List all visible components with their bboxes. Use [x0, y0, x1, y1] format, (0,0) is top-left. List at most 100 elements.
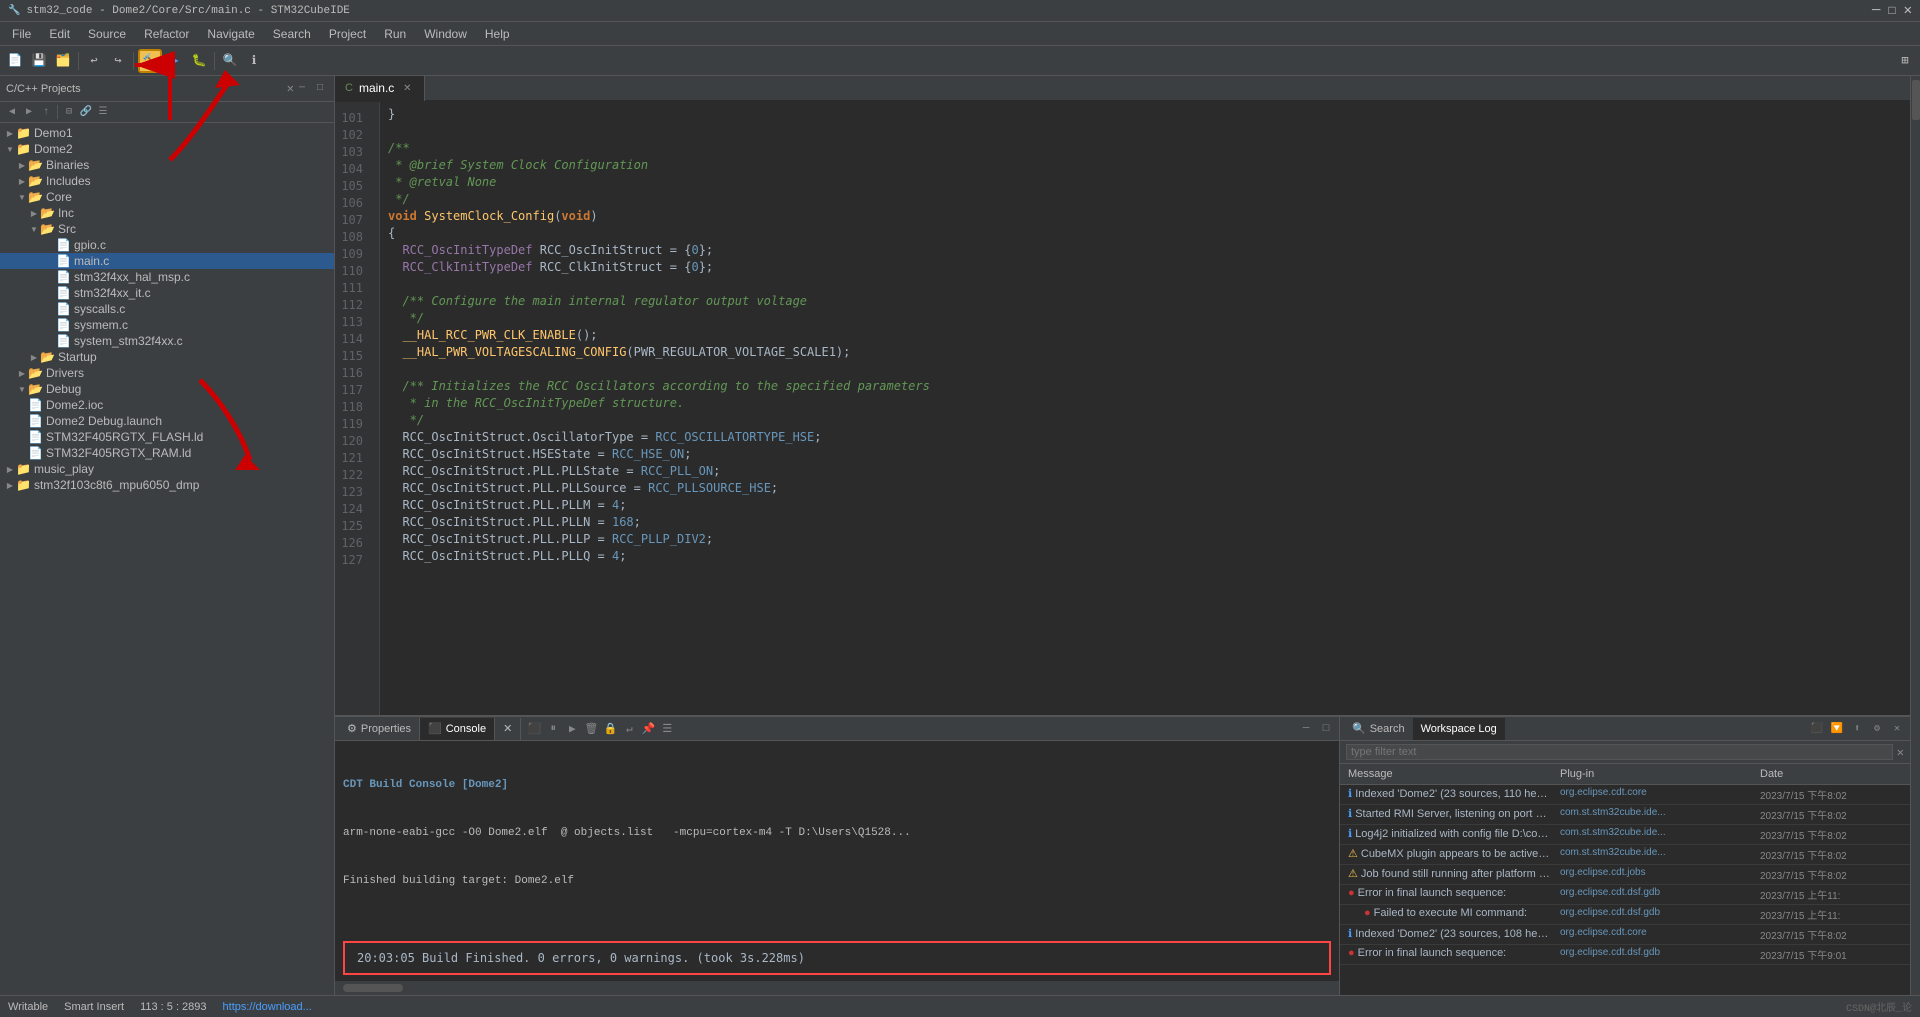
tree-up[interactable]: ↑ [38, 104, 54, 120]
menu-source[interactable]: Source [80, 25, 134, 43]
tree-item-gpio[interactable]: 📄 gpio.c [0, 237, 334, 253]
col-plugin[interactable]: Plug-in [1556, 766, 1756, 782]
tree-item-ram-ld[interactable]: 📄 STM32F405RGTX_RAM.ld [0, 445, 334, 461]
right-scrollbar-thumb[interactable] [1912, 80, 1920, 120]
toolbar-debug[interactable]: 🐛 [188, 50, 210, 72]
toolbar-save[interactable]: 💾 [28, 50, 50, 72]
menu-navigate[interactable]: Navigate [199, 25, 262, 43]
workspace-row[interactable]: ●Error in final launch sequence: org.ecl… [1340, 945, 1910, 965]
menu-edit[interactable]: Edit [41, 25, 78, 43]
tree-item-includes[interactable]: ▶ 📂 Includes [0, 173, 334, 189]
tree-item-core[interactable]: ▼ 📂 Core [0, 189, 334, 205]
tree-item-hal-msp[interactable]: 📄 stm32f4xx_hal_msp.c [0, 269, 334, 285]
tree-item-binaries[interactable]: ▶ 📂 Binaries [0, 157, 334, 173]
search-tab-workspace[interactable]: Workspace Log [1413, 718, 1505, 740]
tree-item-demo1[interactable]: ▶ 📁 Demo1 [0, 125, 334, 141]
tree-collapse[interactable]: ⊟ [61, 104, 77, 120]
console-minimize[interactable]: ─ [1297, 720, 1315, 738]
toolbar-build-highlighted[interactable]: 🔨 [138, 49, 162, 73]
minimize-btn[interactable]: ─ [1872, 3, 1880, 19]
tree-item-drivers[interactable]: ▶ 📂 Drivers [0, 365, 334, 381]
tree-item-src[interactable]: ▼ 📂 Src [0, 221, 334, 237]
toolbar-perspectives[interactable]: ⊞ [1894, 50, 1916, 72]
console-clear[interactable]: 🗑 [582, 720, 600, 738]
tree-item-it[interactable]: 📄 stm32f4xx_it.c [0, 285, 334, 301]
workspace-export[interactable]: ⬆ [1848, 720, 1866, 738]
tree-item-main[interactable]: 📄 main.c [0, 253, 334, 269]
toolbar-undo[interactable]: ↩ [83, 50, 105, 72]
editor-tab-main[interactable]: C main.c ✕ [335, 76, 425, 101]
panel-minimize[interactable]: ─ [294, 81, 310, 97]
workspace-row[interactable]: ℹIndexed 'Dome2' (23 sources, 110 header… [1340, 785, 1910, 805]
tree-item-launch[interactable]: 📄 Dome2 Debug.launch [0, 413, 334, 429]
tree-item-flash-ld[interactable]: 📄 STM32F405RGTX_FLASH.ld [0, 429, 334, 445]
code-content[interactable]: } /** * @brief System Clock Configuratio… [380, 102, 1910, 715]
console-tab-close[interactable]: ✕ [495, 718, 521, 740]
tree-item-sysmem[interactable]: 📄 sysmem.c [0, 317, 334, 333]
console-content-area[interactable]: CDT Build Console [Dome2] arm-none-eabi-… [335, 741, 1339, 935]
close-btn[interactable]: ✕ [1904, 2, 1912, 19]
workspace-row[interactable]: ●Failed to execute MI command: org.eclip… [1340, 905, 1910, 925]
maximize-btn[interactable]: □ [1888, 4, 1895, 18]
console-tab-properties[interactable]: ⚙ Properties [339, 718, 420, 740]
console-scroll-lock[interactable]: 🔒 [601, 720, 619, 738]
col-message[interactable]: Message [1344, 766, 1556, 782]
workspace-filter-btn[interactable]: 🔽 [1828, 720, 1846, 738]
tree-item-stm32f103[interactable]: ▶ 📁 stm32f103c8t6_mpu6050_dmp [0, 477, 334, 493]
console-tab-console[interactable]: ⬛ Console [420, 718, 495, 740]
tree-item-system[interactable]: 📄 system_stm32f4xx.c [0, 333, 334, 349]
tree-item-dome2[interactable]: ▼ 📁 Dome2 [0, 141, 334, 157]
menu-run[interactable]: Run [376, 25, 414, 43]
console-scrollbar[interactable] [343, 984, 403, 992]
console-terminate[interactable]: ⬛ [525, 720, 543, 738]
toolbar-new[interactable]: 📄 [4, 50, 26, 72]
tree-forward[interactable]: ▶ [21, 104, 37, 120]
workspace-clear[interactable]: ⬛ [1808, 720, 1826, 738]
menu-window[interactable]: Window [416, 25, 475, 43]
menu-refactor[interactable]: Refactor [136, 25, 197, 43]
console-menu[interactable]: ☰ [658, 720, 676, 738]
tree-item-music[interactable]: ▶ 📁 music_play [0, 461, 334, 477]
tree-item-syscalls[interactable]: 📄 syscalls.c [0, 301, 334, 317]
console-pause[interactable]: ⏸ [544, 720, 562, 738]
toolbar-info[interactable]: ℹ [243, 50, 265, 72]
tab-close-main[interactable]: ✕ [400, 81, 414, 95]
toolbar-redo[interactable]: ↪ [107, 50, 129, 72]
filter-close-btn[interactable]: ✕ [1897, 745, 1904, 760]
toolbar-search-global[interactable]: 🔍 [219, 50, 241, 72]
menu-search[interactable]: Search [265, 25, 319, 43]
workspace-row[interactable]: ⚠Job found still running after platform … [1340, 865, 1910, 885]
tree-link[interactable]: 🔗 [78, 104, 94, 120]
workspace-settings[interactable]: ⚙ [1868, 720, 1886, 738]
workspace-row[interactable]: ℹIndexed 'Dome2' (23 sources, 108 header… [1340, 925, 1910, 945]
menu-project[interactable]: Project [321, 25, 374, 43]
console-maximize[interactable]: □ [1317, 720, 1335, 738]
panel-close[interactable]: ✕ [287, 81, 294, 96]
console-run[interactable]: ▶ [563, 720, 581, 738]
workspace-table[interactable]: Message Plug-in Date ℹIndexed 'Dome2' (2… [1340, 764, 1910, 995]
tree-item-debug[interactable]: ▼ 📂 Debug [0, 381, 334, 397]
warning-icon: ⚠ [1348, 848, 1358, 860]
menu-file[interactable]: File [4, 25, 39, 43]
col-date[interactable]: Date [1756, 766, 1906, 782]
tree-item-startup[interactable]: ▶ 📂 Startup [0, 349, 334, 365]
right-scrollbar[interactable] [1910, 76, 1920, 995]
console-pin[interactable]: 📌 [639, 720, 657, 738]
tree-menu[interactable]: ☰ [95, 104, 111, 120]
search-tab-search[interactable]: 🔍 Search [1344, 718, 1413, 740]
workspace-filter-input[interactable] [1346, 744, 1893, 760]
toolbar-run[interactable]: ▶ [164, 50, 186, 72]
tree-back[interactable]: ◀ [4, 104, 20, 120]
console-word-wrap[interactable]: ↵ [620, 720, 638, 738]
tree-item-inc[interactable]: ▶ 📂 Inc [0, 205, 334, 221]
menu-help[interactable]: Help [477, 25, 518, 43]
date-cell: 2023/7/15 下午9:01 [1756, 946, 1906, 963]
tree-item-ioc[interactable]: 📄 Dome2.ioc [0, 397, 334, 413]
workspace-row[interactable]: ℹStarted RMI Server, listening on port 4… [1340, 805, 1910, 825]
workspace-row[interactable]: ⚠CubeMX plugin appears to be active, Log… [1340, 845, 1910, 865]
workspace-row[interactable]: ℹLog4j2 initialized with config file D:\… [1340, 825, 1910, 845]
toolbar-save-all[interactable]: 🗂️ [52, 50, 74, 72]
workspace-row[interactable]: ●Error in final launch sequence: org.ecl… [1340, 885, 1910, 905]
workspace-close[interactable]: ✕ [1888, 720, 1906, 738]
panel-maximize[interactable]: □ [312, 81, 328, 97]
